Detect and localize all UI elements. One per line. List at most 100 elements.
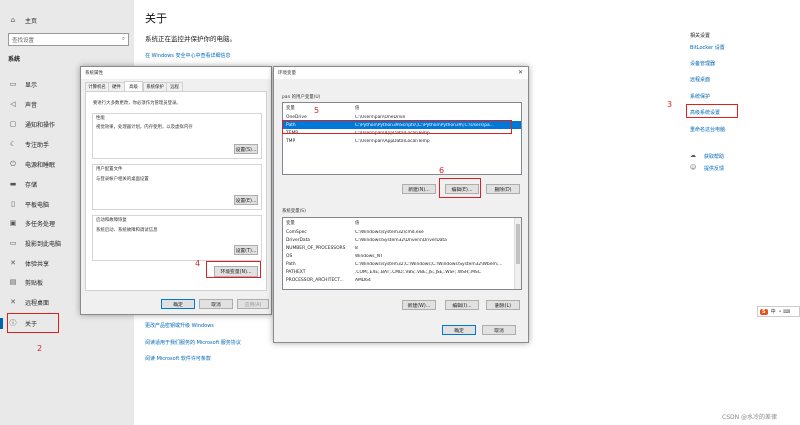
var-value: C:\Windows\System32\Drivers\DriverData (355, 237, 447, 243)
sidebar-item-label: 电源和睡眠 (25, 161, 56, 169)
license-terms-link[interactable]: 阅读 Microsoft 软件许可条款 (145, 355, 211, 362)
envvars-titlebar: 环境变量 ✕ (274, 67, 528, 79)
tab-hardware[interactable]: 硬件 (108, 82, 125, 91)
var-value: .COM;.EXE;.BAT;.CMD;.VBS;.VBE;.JS;.JSE;.… (355, 269, 481, 275)
sidebar-item-label: 声音 (25, 101, 38, 109)
table-row[interactable]: Path C:\Windows\system32;C:\Windows;C:\Wi… (283, 260, 521, 268)
user-delete-button[interactable]: 删除(D) (486, 184, 520, 194)
user-profile-settings-button[interactable]: 设置(E)... (234, 195, 258, 205)
clipboard-icon: ▤ (9, 278, 17, 286)
table-row[interactable]: OS Windows_NT (283, 252, 521, 260)
system-protection-link[interactable]: 系统保护 (690, 93, 710, 100)
column-value-header[interactable]: 值 (355, 105, 359, 111)
var-value: Windows_NT (355, 253, 383, 259)
tab-advanced[interactable]: 高级 (124, 81, 143, 91)
column-value-header[interactable]: 值 (355, 220, 359, 226)
sysprops-titlebar: 系统属性 (81, 67, 271, 79)
performance-title: 性能 (96, 116, 105, 121)
notification-icon: ▢ (9, 120, 17, 128)
performance-settings-button[interactable]: 设置(S)... (234, 144, 258, 154)
sysprops-title: 系统属性 (85, 71, 103, 76)
envvars-title: 环境变量 (278, 71, 296, 76)
sysprops-apply-button[interactable]: 应用(A) (237, 299, 269, 309)
performance-description: 视觉效果，处理器计划，内存使用，以及虚拟内存 (96, 125, 193, 130)
system-delete-button[interactable]: 删除(L) (486, 300, 520, 310)
tab-system-protection[interactable]: 系统保护 (143, 82, 167, 91)
admin-note: 要进行大多数更改，你必须作为管理员登录。 (93, 101, 181, 106)
user-profile-title: 用户配置文件 (96, 167, 123, 172)
sidebar-home[interactable]: ⌂ 主页 (0, 13, 134, 27)
moon-icon: ☾ (9, 140, 17, 148)
device-manager-link[interactable]: 设备管理器 (690, 60, 715, 67)
environment-variables-dialog: 环境变量 ✕ pan 的用户变量(U) 变量 值 OneDrive C:\User… (273, 66, 529, 343)
monitor-icon: ▭ (9, 80, 17, 88)
get-help-link[interactable]: 获取帮助 (704, 153, 724, 160)
startup-recovery-settings-button[interactable]: 设置(T)... (234, 245, 258, 255)
rename-pc-link[interactable]: 重命名这台电脑 (690, 126, 725, 133)
speaker-icon: ◁ (10, 100, 16, 108)
page-subtitle: 系统正在监控并保护你的电脑。 (145, 35, 236, 43)
annotation-number-6: 6 (439, 166, 445, 175)
multitask-icon: ▣ (9, 219, 17, 227)
var-name: ComSpec (286, 229, 307, 235)
var-name: DriverData (286, 237, 310, 243)
bitlocker-link[interactable]: BitLocker 设置 (690, 44, 725, 51)
column-variable-header[interactable]: 变量 (286, 105, 295, 111)
envvars-ok-button[interactable]: 确定 (442, 325, 476, 335)
sidebar-item-label: 剪贴板 (25, 279, 44, 287)
var-name: Path (286, 261, 296, 267)
sidebar-section-title: 系统 (8, 56, 21, 63)
annotation-box-path-row (282, 120, 512, 134)
sidebar-item-label: 平板电脑 (25, 201, 50, 209)
sysprops-ok-button[interactable]: 确定 (161, 299, 195, 309)
feedback-icon: ☺ (690, 164, 697, 171)
feedback-link[interactable]: 提供反馈 (704, 165, 724, 172)
annotation-box-advanced (686, 104, 738, 118)
var-name: TMP (286, 138, 296, 144)
close-icon[interactable]: ✕ (518, 69, 523, 76)
ime-mode: 中 (770, 309, 776, 315)
product-key-link[interactable]: 更改产品密钥或升级 Windows (145, 322, 214, 329)
page-title: 关于 (145, 12, 167, 25)
tab-remote[interactable]: 远程 (166, 82, 183, 91)
var-value: C:\Users\pan\AppData\Local\Temp (355, 138, 430, 144)
sysprops-cancel-button[interactable]: 取消 (199, 299, 233, 309)
envvars-cancel-button[interactable]: 取消 (482, 325, 516, 335)
ime-toolbar[interactable]: S 中 • ⌨ (757, 306, 800, 317)
tablet-icon: ▯ (11, 200, 15, 208)
scrollbar-thumb[interactable] (516, 224, 520, 264)
table-row[interactable]: TMP C:\Users\pan\AppData\Local\Temp (283, 137, 521, 145)
annotation-number-3: 3 (667, 100, 673, 109)
security-center-link[interactable]: 在 Windows 安全中心中查看详细信息 (145, 52, 231, 59)
table-row[interactable]: DriverData C:\Windows\System32\Drivers\Dr… (283, 236, 521, 244)
table-row[interactable]: PROCESSOR_ARCHITECT... AMD64 (283, 276, 521, 284)
startup-recovery-title: 启动和故障恢复 (96, 218, 127, 223)
user-new-button[interactable]: 新建(N)... (402, 184, 436, 194)
system-list-scrollbar[interactable] (514, 218, 521, 289)
service-agreement-link[interactable]: 阅读适用于我们服务的 Microsoft 服务协议 (145, 339, 241, 346)
table-row[interactable]: NUMBER_OF_PROCESSORS 8 (283, 244, 521, 252)
column-variable-header[interactable]: 变量 (286, 220, 295, 226)
system-variables-list[interactable]: 变量 值 ComSpec C:\Windows\system32\cmd.exe … (282, 217, 522, 290)
var-value: 8 (355, 245, 358, 251)
watermark: CSDN @水冷的差律 (722, 414, 778, 421)
power-icon: ⏻ (10, 159, 16, 168)
var-name: PATHEXT (286, 269, 306, 275)
var-name: NUMBER_OF_PROCESSORS (286, 245, 346, 251)
search-input[interactable]: 查找设置 ⌕ (8, 33, 129, 46)
system-new-button[interactable]: 新建(W)... (402, 300, 436, 310)
tab-computer-name[interactable]: 计算机名 (85, 82, 109, 91)
annotation-number-5: 5 (314, 106, 320, 115)
table-row[interactable]: PATHEXT .COM;.EXE;.BAT;.CMD;.VBS;.VBE;.JS… (283, 268, 521, 276)
table-row[interactable]: ComSpec C:\Windows\system32\cmd.exe (283, 228, 521, 236)
home-icon: ⌂ (10, 16, 16, 24)
system-variables-label: 系统变量(S) (282, 209, 306, 214)
sidebar-item-label: 远程桌面 (25, 299, 50, 307)
share-icon: ✕ (10, 259, 16, 267)
annotation-box-env-button (206, 261, 261, 278)
annotation-box-edit-button (439, 178, 481, 198)
annotation-number-2: 2 (37, 344, 43, 353)
remote-desktop-link[interactable]: 远程桌面 (690, 76, 710, 83)
system-edit-button[interactable]: 编辑(I)... (445, 300, 479, 310)
ime-logo-icon: S (760, 308, 768, 315)
